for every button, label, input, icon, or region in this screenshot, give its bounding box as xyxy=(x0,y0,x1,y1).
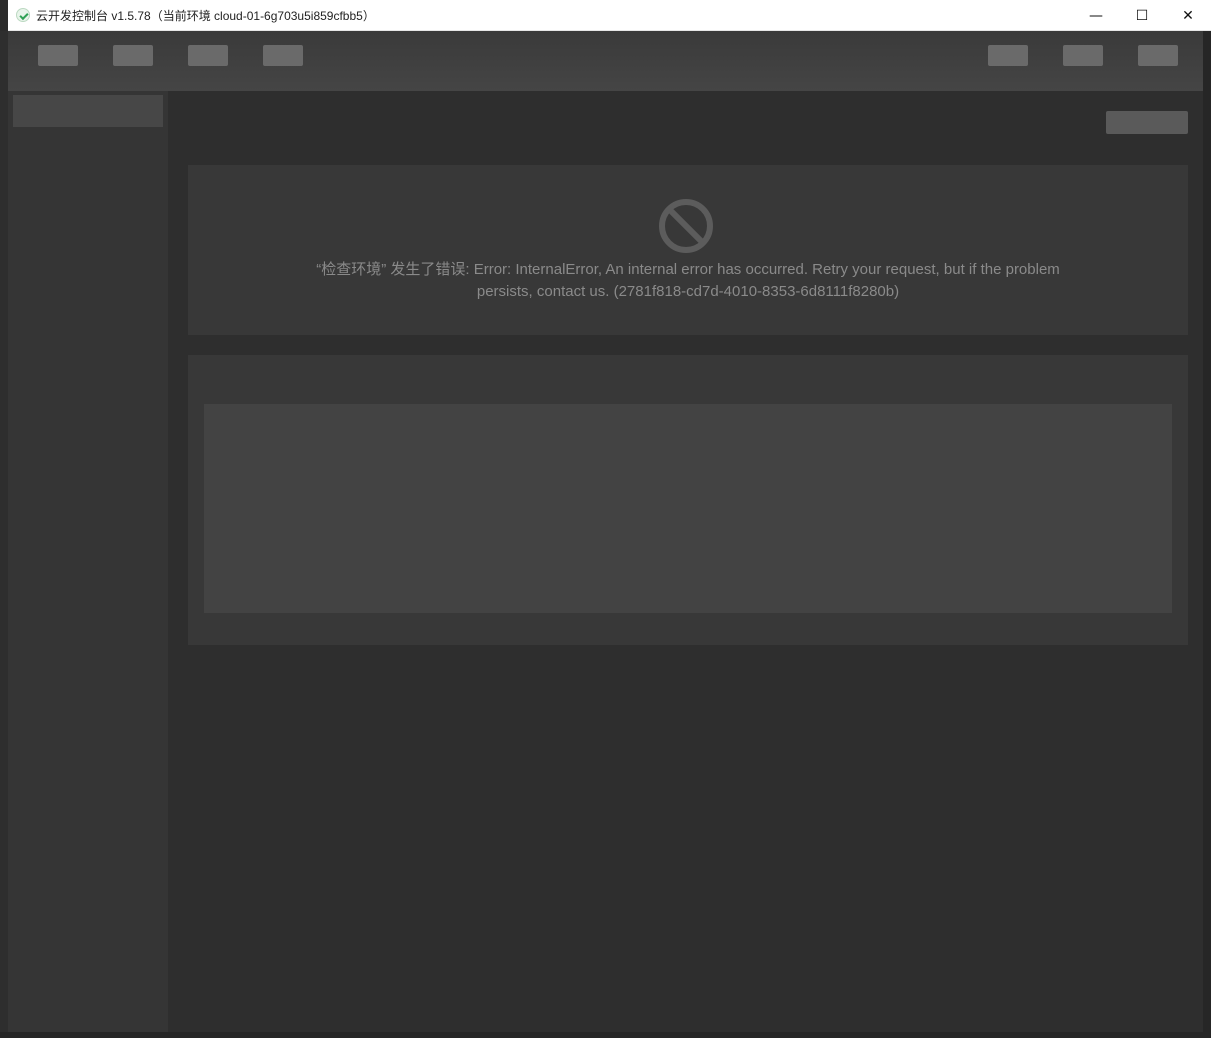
window-title: 云开发控制台 v1.5.78（当前环境 cloud-01-6g703u5i859… xyxy=(36,8,375,23)
close-button[interactable]: ✕ xyxy=(1165,0,1211,31)
toolbar-button-1[interactable] xyxy=(38,45,78,66)
app-logo-icon xyxy=(16,8,30,22)
toolbar-button-7[interactable] xyxy=(1138,45,1178,66)
prohibited-icon xyxy=(659,199,713,253)
toolbar xyxy=(8,31,1203,91)
toolbar-button-4[interactable] xyxy=(263,45,303,66)
close-icon: ✕ xyxy=(1182,7,1194,24)
window-left-edge xyxy=(0,31,8,1038)
action-button[interactable] xyxy=(1106,111,1188,134)
main-content: “检查环境” 发生了错误: Error: InternalError, An i… xyxy=(168,91,1203,1032)
minimize-button[interactable]: — xyxy=(1073,0,1119,31)
toolbar-button-5[interactable] xyxy=(988,45,1028,66)
maximize-button[interactable]: ☐ xyxy=(1119,0,1165,31)
window-right-edge xyxy=(1203,31,1211,1038)
toolbar-button-3[interactable] xyxy=(188,45,228,66)
toolbar-button-6[interactable] xyxy=(1063,45,1103,66)
sidebar-item-placeholder[interactable] xyxy=(13,95,163,127)
error-message: “检查环境” 发生了错误: Error: InternalError, An i… xyxy=(316,261,1060,300)
maximize-icon: ☐ xyxy=(1135,7,1149,24)
window-controls: — ☐ ✕ xyxy=(1073,0,1211,31)
content-panel xyxy=(188,355,1188,645)
minimize-icon: — xyxy=(1089,7,1103,24)
app-window: 云开发控制台 v1.5.78（当前环境 cloud-01-6g703u5i859… xyxy=(0,0,1211,1038)
sidebar xyxy=(8,91,168,1032)
error-panel: “检查环境” 发生了错误: Error: InternalError, An i… xyxy=(188,165,1188,335)
content-placeholder xyxy=(204,404,1172,613)
toolbar-button-2[interactable] xyxy=(113,45,153,66)
status-bar xyxy=(0,1032,1211,1038)
title-bar[interactable]: 云开发控制台 v1.5.78（当前环境 cloud-01-6g703u5i859… xyxy=(8,0,1211,31)
